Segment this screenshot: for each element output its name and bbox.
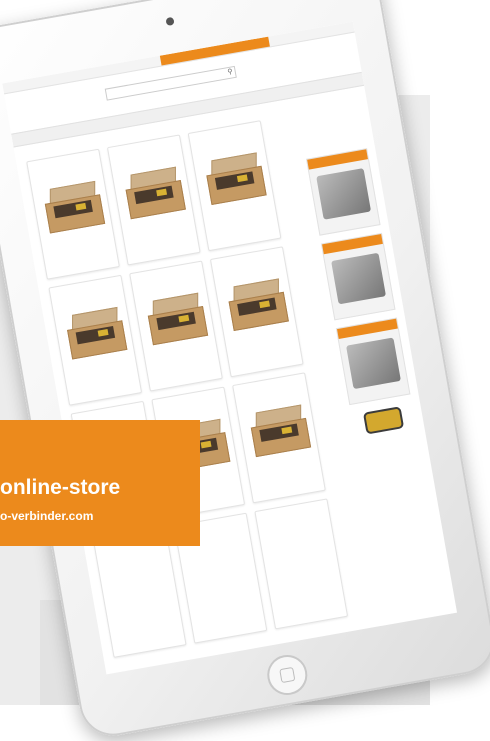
- product-card[interactable]: [26, 148, 120, 280]
- product-card[interactable]: [209, 246, 304, 378]
- product-name: [233, 373, 305, 393]
- promo-header: [336, 318, 398, 339]
- banner-url[interactable]: o-verbinder.com: [0, 509, 93, 523]
- product-name: [130, 262, 202, 282]
- box-icon: [65, 306, 128, 360]
- product-card[interactable]: [106, 134, 201, 266]
- award-icon: [365, 408, 402, 433]
- product-card[interactable]: [129, 260, 223, 392]
- box-icon: [226, 278, 289, 332]
- promo-box[interactable]: [320, 232, 396, 321]
- search-icon[interactable]: ⚲: [227, 67, 234, 78]
- product-name: [256, 500, 328, 520]
- promo-image: [331, 252, 387, 305]
- home-button-square: [279, 666, 296, 684]
- product-name: [189, 121, 261, 141]
- promo-box[interactable]: [305, 148, 381, 236]
- promo-header: [322, 233, 383, 255]
- product-card[interactable]: [254, 498, 349, 630]
- product-card[interactable]: [187, 120, 282, 252]
- box-icon: [145, 292, 209, 346]
- product-name: [153, 388, 225, 408]
- box-icon: [204, 152, 267, 206]
- banner-title: online-store: [0, 476, 121, 499]
- box-icon: [42, 180, 106, 234]
- product-card[interactable]: [92, 526, 187, 658]
- promo-image: [316, 168, 372, 220]
- box-icon: [123, 166, 186, 220]
- product-name: [108, 136, 180, 156]
- product-card[interactable]: [232, 372, 326, 504]
- promo-box[interactable]: [335, 317, 411, 406]
- store-banner[interactable]: online-store o-verbinder.com: [0, 420, 200, 546]
- product-card[interactable]: [48, 274, 143, 406]
- product-name: [211, 247, 283, 267]
- promo-image: [346, 337, 401, 390]
- product-name: [50, 276, 122, 296]
- product-name: [27, 150, 99, 170]
- box-icon: [248, 404, 312, 458]
